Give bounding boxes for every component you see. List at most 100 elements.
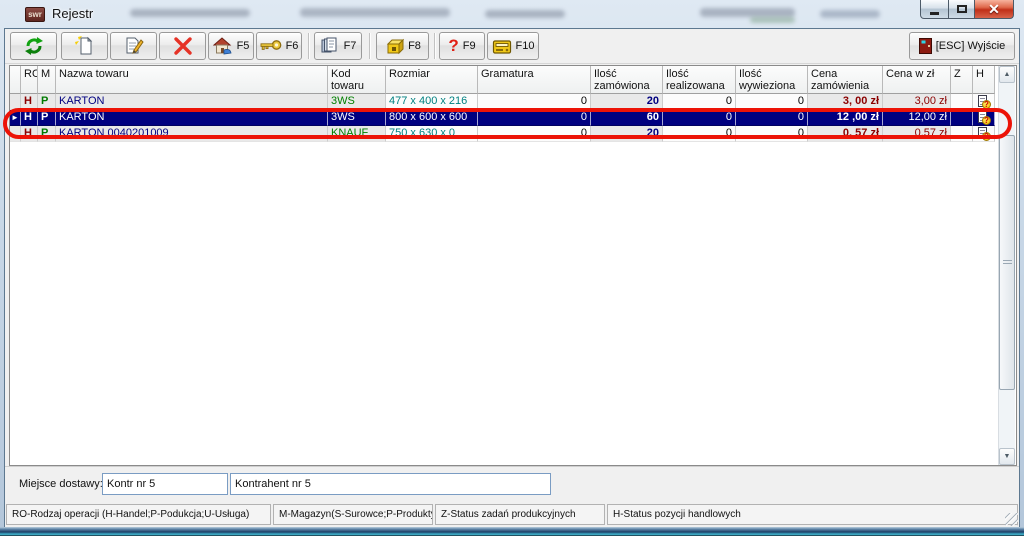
status-h-legend: H-Status pozycji handlowych (607, 504, 1018, 525)
cell-nazwa: KARTON (56, 94, 328, 110)
cell-z (951, 126, 973, 142)
header-m[interactable]: M (38, 66, 56, 94)
contractor-input[interactable] (230, 473, 551, 495)
cell-cena-zamowienia: 3, 00 zł (808, 94, 883, 110)
drawer-f10-button[interactable]: F10 (487, 32, 539, 60)
cell-gramatura: 0 (478, 110, 591, 126)
glass-smudge (820, 10, 880, 18)
cell-h: ? (973, 94, 995, 110)
delivery-place-input[interactable] (102, 473, 228, 495)
header-cena-zamowienia[interactable]: Cena zamówienia (808, 66, 883, 94)
cell-ilosc-zamowiona: 20 (591, 94, 663, 110)
cell-h: ? (973, 110, 995, 126)
refresh-icon (24, 36, 44, 56)
table-row-selected[interactable]: ► H P KARTON 3WS 800 x 600 x 600 0 60 0 … (10, 110, 995, 126)
exit-door-icon (919, 38, 932, 54)
resize-grip[interactable] (1005, 513, 1018, 526)
table-row[interactable]: H P KARTON 3WS 477 x 400 x 216 0 20 0 0 … (10, 94, 995, 110)
row-indicator-cell (10, 126, 21, 142)
cell-ro: H (21, 110, 38, 126)
header-cena-w-zl[interactable]: Cena w zł (883, 66, 951, 94)
header-indicator (10, 66, 21, 94)
f8-label: F8 (408, 40, 421, 52)
cell-ilosc-realizowana: 0 (663, 94, 736, 110)
cell-cena-w-zl: 12,00 zł (883, 110, 951, 126)
delete-button[interactable] (159, 32, 206, 60)
f5-label: F5 (237, 40, 250, 52)
documents-copy-icon (320, 37, 340, 55)
minimize-button[interactable] (920, 0, 949, 19)
minimize-icon (930, 12, 939, 15)
table-row[interactable]: H P KARTON 0040201009 KNAUF 750 x 630 x … (10, 126, 995, 142)
cell-gramatura: 0 (478, 94, 591, 110)
header-gramatura[interactable]: Gramatura (478, 66, 591, 94)
cell-cena-w-zl: 0,57 zł (883, 126, 951, 142)
scroll-down-button[interactable]: ▼ (999, 448, 1015, 465)
f10-label: F10 (516, 40, 535, 52)
status-ro-legend: RO-Rodzaj operacji (H-Handel;P-Podukcja;… (6, 504, 271, 525)
glass-smudge (750, 17, 795, 23)
cell-h: ? (973, 126, 995, 142)
delete-icon (173, 36, 193, 56)
header-ilosc-realizowana[interactable]: Ilość realizowana (663, 66, 736, 94)
window-bottom-border (0, 527, 1024, 536)
header-nazwa-towaru[interactable]: Nazwa towaru (56, 66, 328, 94)
h-status-icon: ? (978, 127, 990, 140)
house-icon (213, 37, 233, 55)
exit-button[interactable]: [ESC] Wyjście (909, 32, 1015, 60)
help-f9-button[interactable]: ? F9 (439, 32, 485, 60)
cell-cena-zamowienia: 12 ,00 zł (808, 110, 883, 126)
row-indicator-cell (10, 94, 21, 110)
cash-drawer-icon (492, 37, 512, 55)
cell-m: P (38, 126, 56, 142)
maximize-icon (957, 5, 967, 13)
header-h[interactable]: H (973, 66, 995, 94)
cell-ilosc-realizowana: 0 (663, 126, 736, 142)
home-f5-button[interactable]: F5 (208, 32, 254, 60)
toolbar-separator (308, 33, 310, 59)
status-z-legend: Z-Status zadań produkcyjnych (435, 504, 605, 525)
cell-z (951, 110, 973, 126)
refresh-button[interactable] (10, 32, 57, 60)
header-kod-towaru[interactable]: Kod towaru (328, 66, 386, 94)
glass-smudge (485, 10, 565, 18)
edit-item-button[interactable] (110, 32, 157, 60)
header-ro[interactable]: RO (21, 66, 38, 94)
toolbar: F5 F6 (5, 29, 1019, 64)
question-mark-icon: ? (448, 36, 458, 56)
cell-ilosc-wywieziona: 0 (736, 110, 808, 126)
header-ilosc-zamowiona[interactable]: Ilość zamówiona (591, 66, 663, 94)
client-area: F5 F6 (4, 28, 1020, 527)
new-item-button[interactable] (61, 32, 108, 60)
header-rozmiar[interactable]: Rozmiar (386, 66, 478, 94)
new-document-icon (75, 36, 95, 56)
cell-ilosc-realizowana: 0 (663, 110, 736, 126)
package-box-icon (384, 37, 404, 55)
cell-ilosc-zamowiona: 20 (591, 126, 663, 142)
key-f6-button[interactable]: F6 (256, 32, 302, 60)
package-f8-button[interactable]: F8 (376, 32, 429, 60)
exit-label: [ESC] Wyjście (936, 40, 1006, 52)
f7-label: F7 (344, 40, 357, 52)
status-bar: RO-Rodzaj operacji (H-Handel;P-Podukcja;… (5, 502, 1019, 527)
app-icon: swr (25, 7, 45, 22)
cell-ilosc-zamowiona: 60 (591, 110, 663, 126)
header-ilosc-wywieziona[interactable]: Ilość wywieziona (736, 66, 808, 94)
header-z[interactable]: Z (951, 66, 973, 94)
toolbar-separator (369, 33, 371, 59)
copy-f7-button[interactable]: F7 (314, 32, 362, 60)
cell-z (951, 94, 973, 110)
scrollbar-thumb[interactable] (999, 135, 1015, 390)
cell-kod: 3WS (328, 94, 386, 110)
cell-kod: 3WS (328, 110, 386, 126)
maximize-button[interactable] (948, 0, 975, 19)
cell-rozmiar: 750 x 630 x 0 (386, 126, 478, 142)
cell-nazwa: KARTON 0040201009 (56, 126, 328, 142)
scroll-up-button[interactable]: ▲ (999, 66, 1015, 83)
cell-gramatura: 0 (478, 126, 591, 142)
glass-smudge (700, 8, 795, 17)
vertical-scrollbar[interactable]: ▲ ▼ (998, 66, 1015, 465)
cell-cena-zamowienia: 0, 57 zł (808, 126, 883, 142)
close-icon: ✕ (988, 2, 1000, 16)
close-button[interactable]: ✕ (974, 0, 1014, 19)
